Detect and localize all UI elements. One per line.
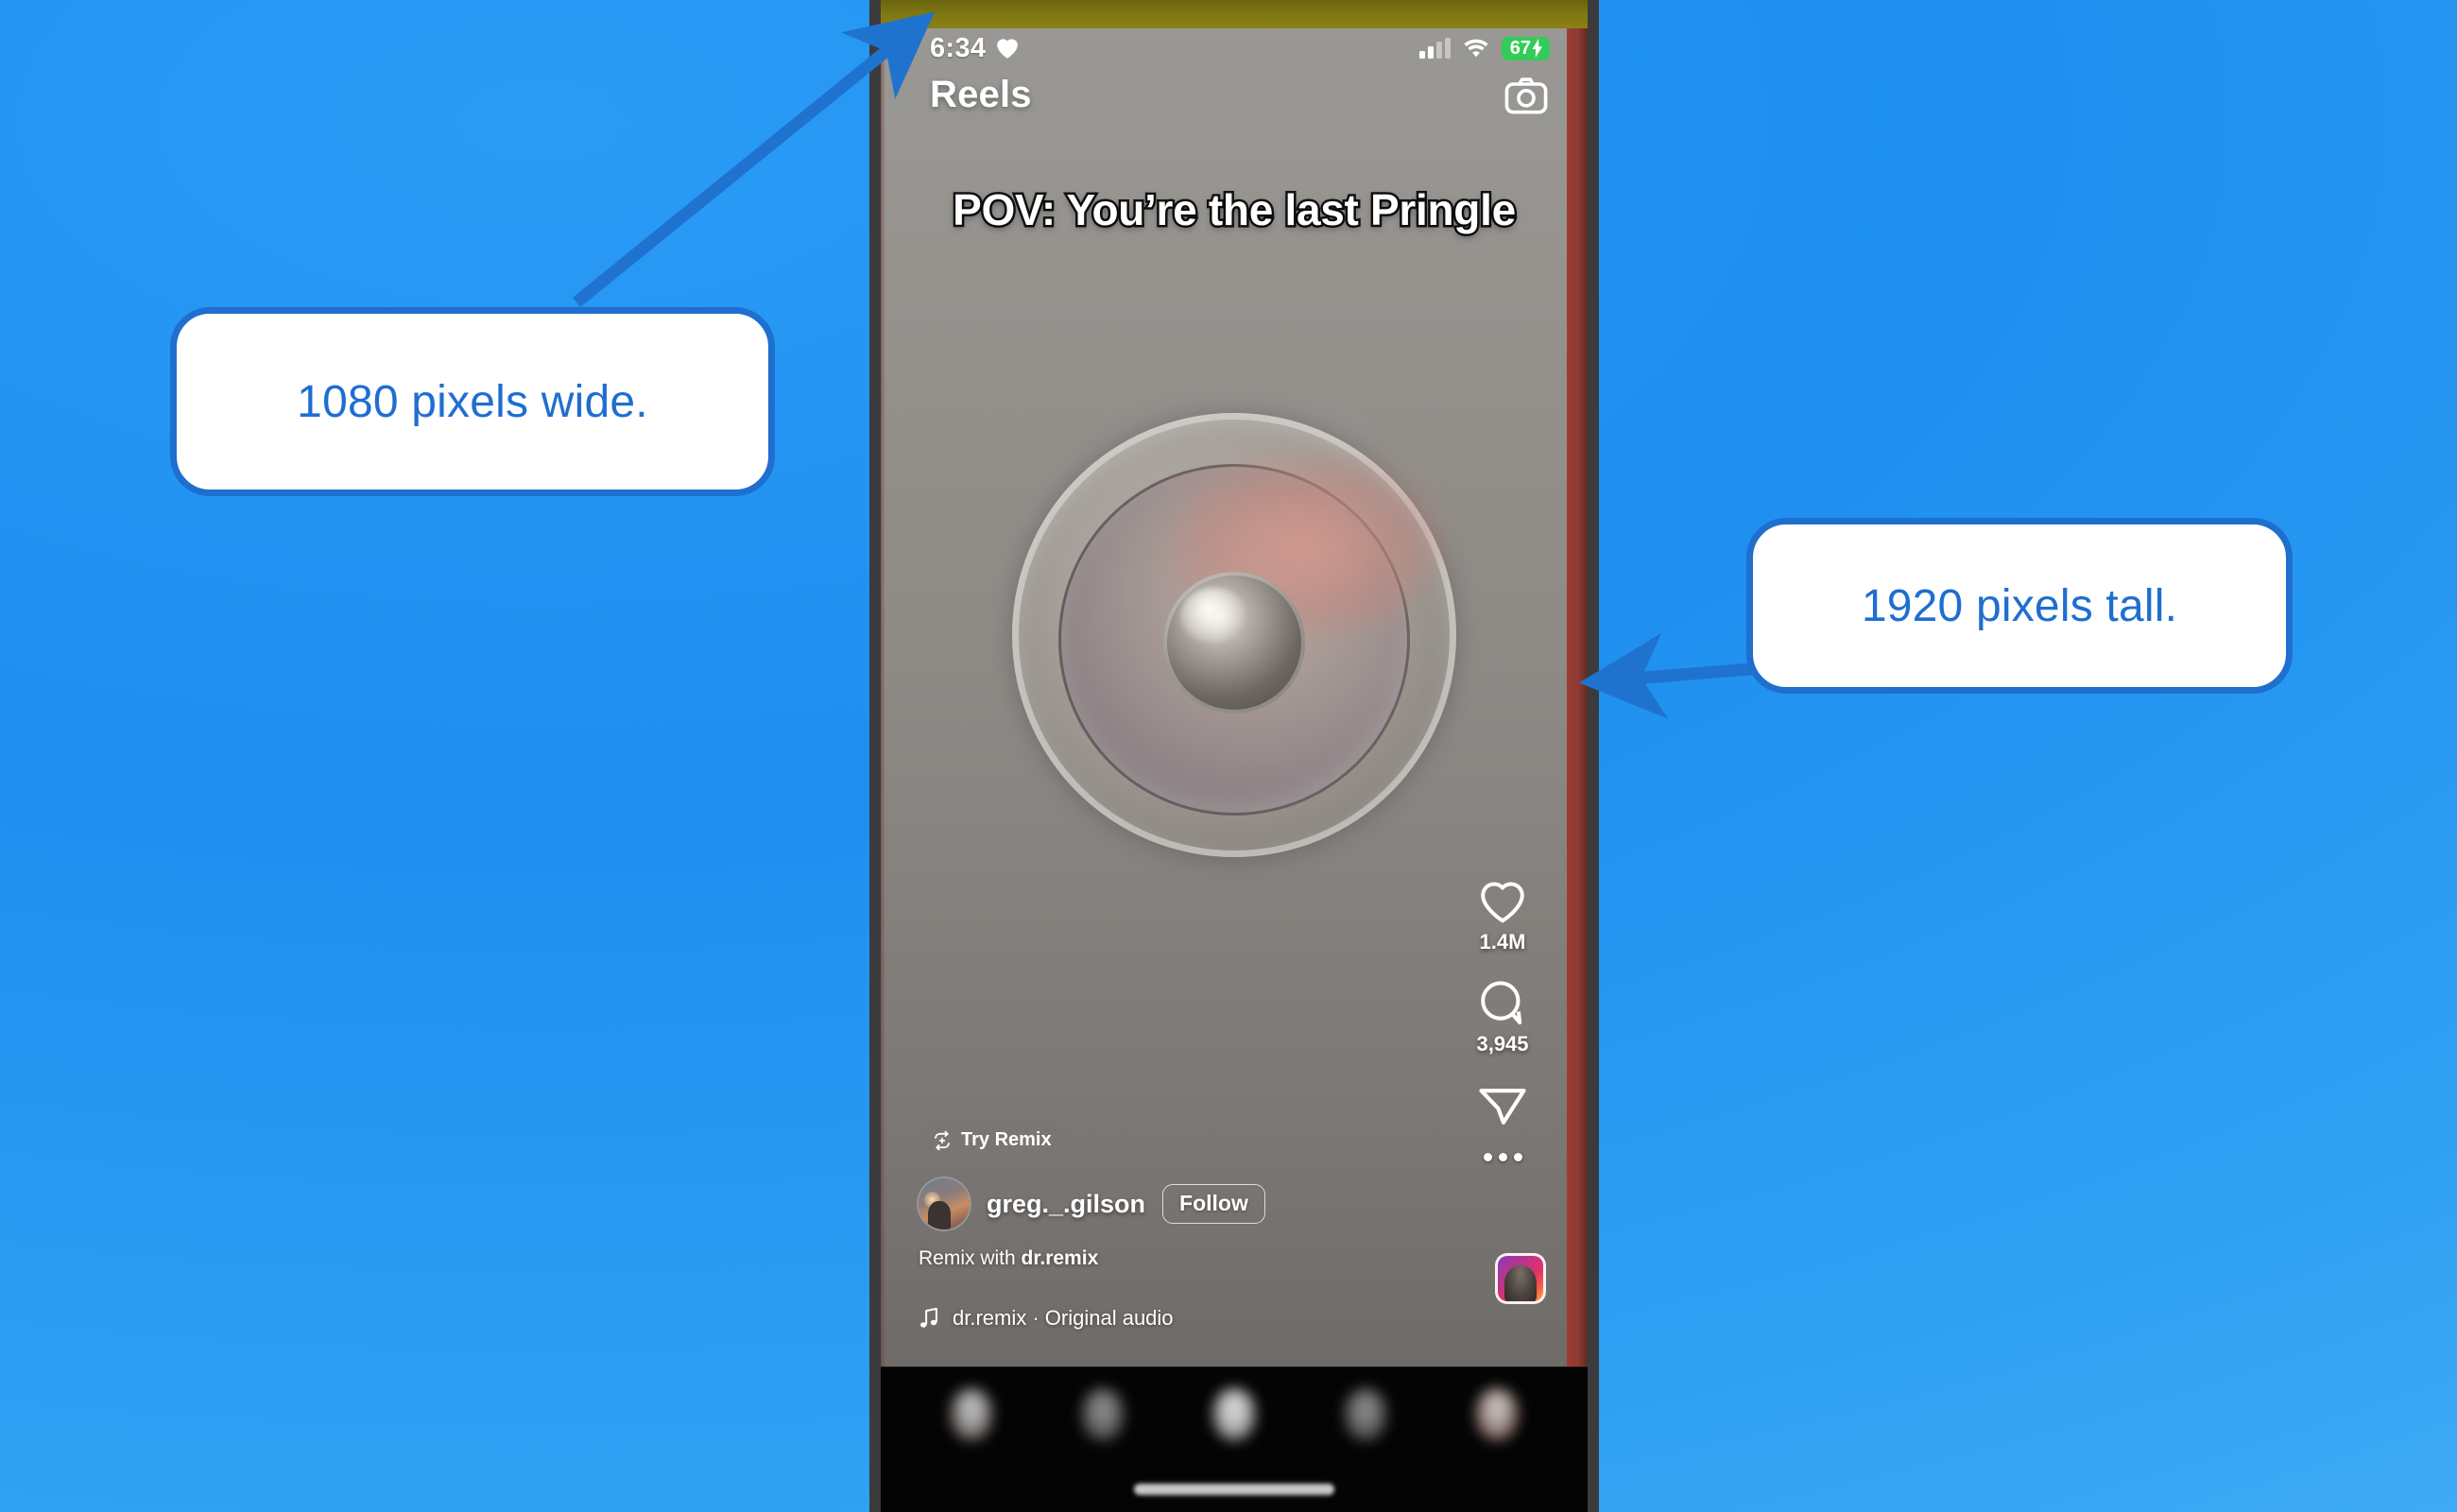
home-indicator[interactable] [1134, 1484, 1334, 1495]
status-bar: 6:34 67 [881, 28, 1588, 68]
video-top-stripe [881, 0, 1588, 28]
try-remix-button[interactable]: Try Remix [919, 1122, 1068, 1159]
audio-cover-thumbnail[interactable] [1495, 1253, 1546, 1304]
bottom-nav-icons [881, 1388, 1588, 1441]
activity-heart-icon[interactable] [1344, 1388, 1388, 1441]
pringles-can-highlight [1179, 587, 1246, 643]
create-icon[interactable] [1211, 1388, 1256, 1441]
home-icon[interactable] [949, 1388, 993, 1441]
remix-with-text[interactable]: Remix with dr.remix [919, 1247, 1098, 1270]
remix-icon [935, 1130, 950, 1150]
music-note-icon [920, 1307, 937, 1328]
heart-icon [997, 39, 1019, 59]
heart-icon [1481, 882, 1524, 923]
more-action[interactable] [1483, 1153, 1522, 1161]
battery-indicator: 67 [1501, 36, 1550, 60]
lightning-bolt-icon [1532, 38, 1542, 58]
battery-percent-label: 67 [1509, 37, 1531, 59]
like-count: 1.4M [1479, 930, 1526, 954]
pringles-can-inner-circle [1163, 571, 1305, 713]
cellular-signal-icon [1418, 38, 1451, 59]
remix-with-account: dr.remix [1021, 1247, 1099, 1269]
profile-avatar-icon[interactable] [1475, 1388, 1520, 1441]
like-action[interactable]: 1.4M [1478, 879, 1527, 954]
reel-video-area[interactable]: 6:34 67 Reels POV: You’re the last Pring… [881, 0, 1588, 1366]
paper-plane-icon [1479, 1089, 1526, 1125]
share-action[interactable] [1477, 1081, 1528, 1128]
reels-header: Reels [881, 74, 1588, 116]
search-icon[interactable] [1080, 1388, 1125, 1441]
video-caption-overlay: POV: You’re the last Pringle [951, 183, 1519, 237]
ellipsis-icon [1483, 1153, 1522, 1161]
author-row: greg._.gilson Follow [919, 1178, 1265, 1229]
remix-with-prefix: Remix with [919, 1247, 1022, 1269]
callout-width: 1080 pixels wide. [170, 307, 775, 496]
username[interactable]: greg._.gilson [987, 1190, 1145, 1219]
status-bar-right: 67 [1418, 36, 1550, 60]
follow-button[interactable]: Follow [1162, 1184, 1265, 1224]
audio-cover-person [1504, 1265, 1537, 1301]
callout-height: 1920 pixels tall. [1746, 518, 2293, 694]
action-rail: 1.4M 3,945 [1459, 879, 1546, 1161]
phone-screen: 6:34 67 Reels POV: You’re the last Pring… [881, 0, 1588, 1512]
comment-count: 3,945 [1476, 1032, 1529, 1056]
audio-label: dr.remix · Original audio [953, 1306, 1174, 1330]
avatar[interactable] [919, 1178, 970, 1229]
camera-icon[interactable] [1504, 77, 1548, 114]
comment-bubble-icon [1481, 981, 1522, 1025]
audio-attribution-row[interactable]: dr.remix · Original audio [919, 1306, 1174, 1331]
bottom-nav-bar [881, 1366, 1588, 1512]
wifi-icon [1464, 39, 1488, 58]
comment-action[interactable]: 3,945 [1476, 979, 1529, 1057]
try-remix-label: Try Remix [961, 1129, 1052, 1150]
callout-width-arrow [572, 11, 936, 308]
